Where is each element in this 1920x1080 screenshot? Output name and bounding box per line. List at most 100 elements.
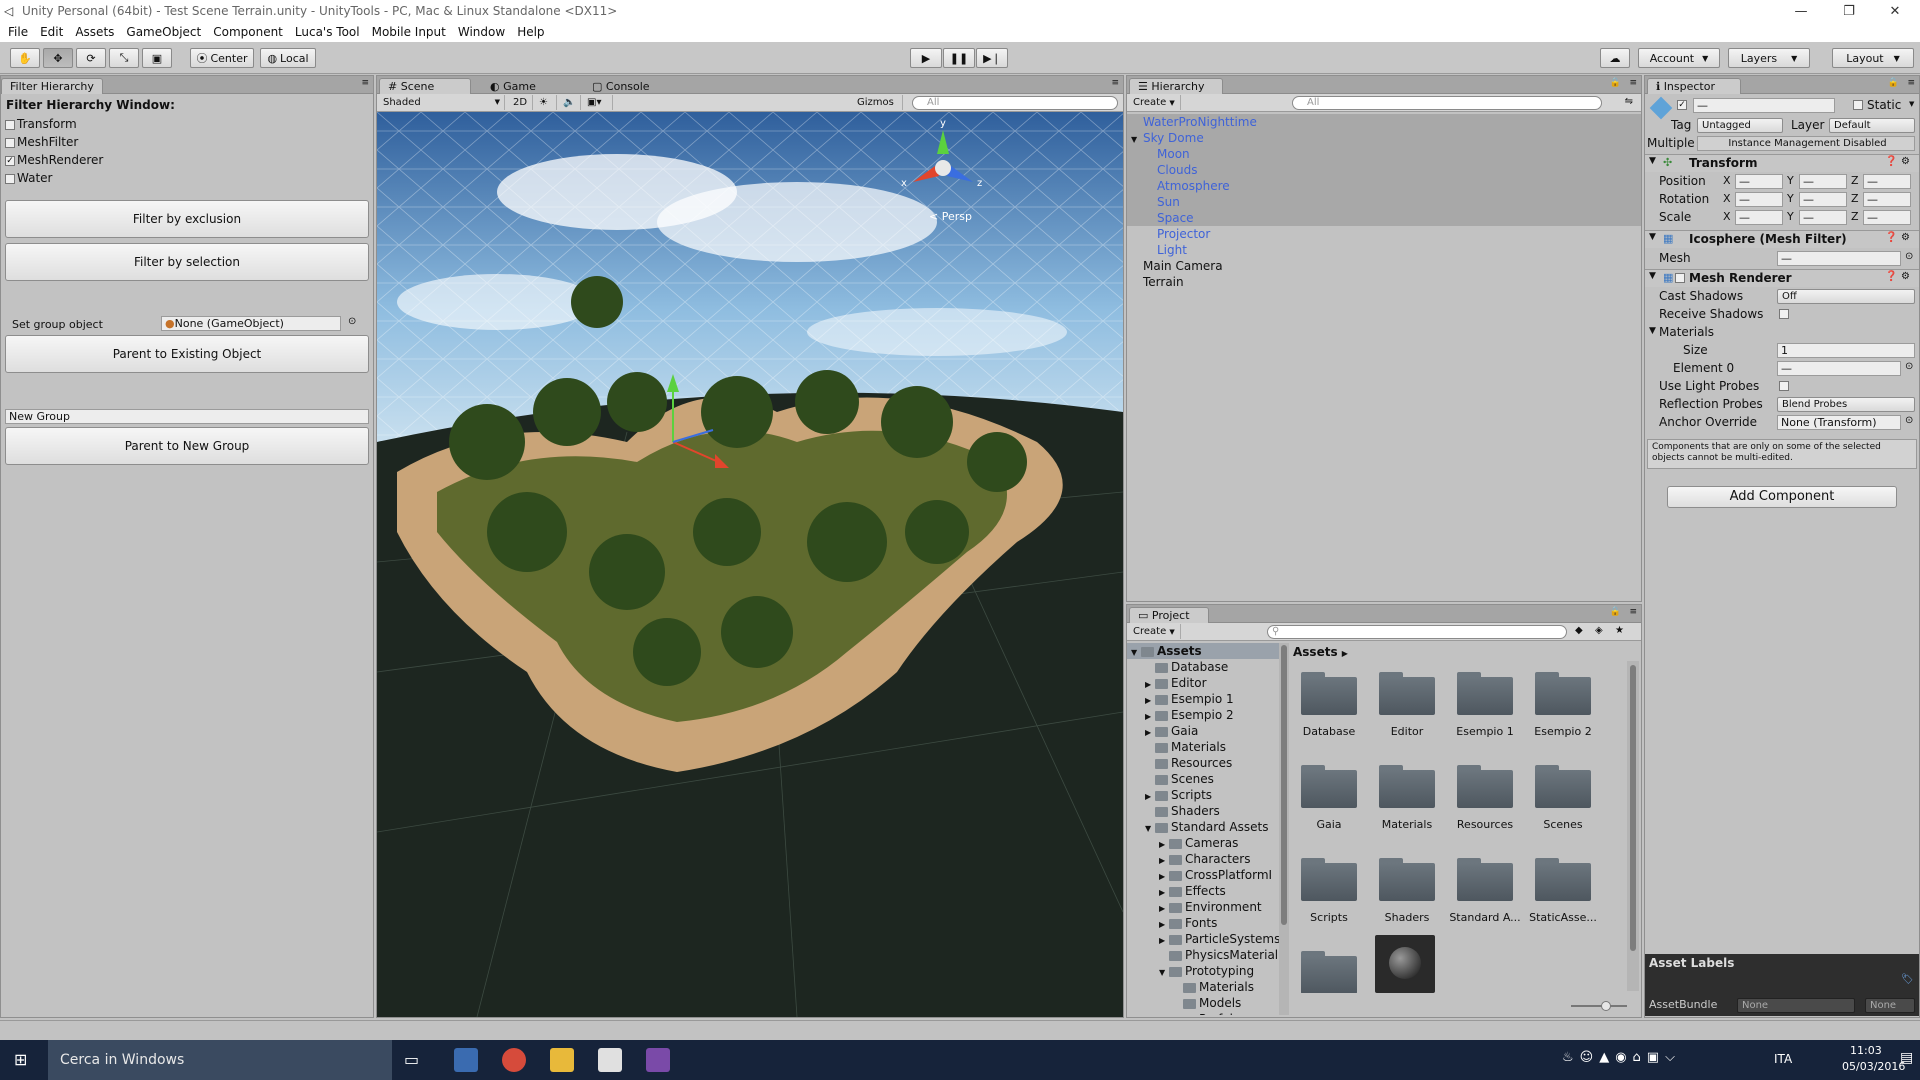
tab-filter-hierarchy[interactable]: Filter Hierarchy <box>1 78 103 94</box>
object-picker-icon[interactable]: ⊙ <box>348 316 356 327</box>
project-tree-item[interactable]: ▶ ParticleSystems <box>1127 931 1279 947</box>
scroll-thumb[interactable] <box>1281 645 1287 925</box>
foldout-arrow-icon[interactable]: ▼ <box>1131 645 1141 659</box>
checkbox[interactable] <box>5 119 15 130</box>
asset-folder-icon[interactable] <box>1455 762 1515 808</box>
object-picker-icon[interactable]: ⊙ <box>1905 251 1913 262</box>
help-icon[interactable]: ❓ <box>1885 271 1897 282</box>
filter-check-meshrenderer[interactable]: ✓ MeshRenderer <box>5 153 103 167</box>
asset-folder-label[interactable]: Standard A... <box>1443 911 1527 924</box>
layout-dropdown[interactable]: Layout ▼ <box>1832 48 1914 68</box>
hierarchy-item[interactable]: ▼ Sky Dome <box>1127 130 1641 146</box>
lighting-toggle[interactable]: ☀ <box>535 95 557 110</box>
project-tree-item[interactable]: Shaders <box>1127 803 1279 819</box>
project-tree-item[interactable]: ▶ CrossPlatformI <box>1127 867 1279 883</box>
windows-start-icon[interactable]: ⊞ <box>14 1050 27 1069</box>
parent-to-new-group-button[interactable]: Parent to New Group <box>5 427 369 465</box>
project-tree-item[interactable]: ▶ Esempio 1 <box>1127 691 1279 707</box>
foldout-arrow-icon[interactable]: ▼ <box>1145 821 1155 835</box>
clear-search-icon[interactable]: ⇋ <box>1625 96 1633 107</box>
element0-field[interactable]: — <box>1777 361 1901 376</box>
asset-folder-label[interactable]: Gaia <box>1289 818 1371 831</box>
shading-mode-dropdown[interactable]: Shaded ▼ <box>379 95 505 110</box>
asset-folder-label[interactable]: Scripts <box>1289 911 1371 924</box>
transform-value-field[interactable]: — <box>1799 174 1847 189</box>
audio-toggle[interactable]: 🔈 <box>559 95 581 110</box>
foldout-arrow-icon[interactable]: ▶ <box>1145 789 1155 803</box>
asset-folder-label[interactable]: Esempio 1 <box>1443 725 1527 738</box>
add-component-button[interactable]: Add Component <box>1667 486 1897 508</box>
filter-check-water[interactable]: Water <box>5 171 52 185</box>
pause-button[interactable]: ❚❚ <box>943 48 975 68</box>
help-icon[interactable]: ❓ <box>1885 232 1897 243</box>
grid-scrollbar[interactable] <box>1627 661 1639 991</box>
transform-header[interactable]: Transform <box>1645 154 1919 172</box>
foldout-arrow-icon[interactable]: ▶ <box>1145 693 1155 707</box>
asset-folder-icon[interactable] <box>1377 762 1437 808</box>
foldout-arrow-icon[interactable]: ▶ <box>1145 725 1155 739</box>
hierarchy-item[interactable]: Clouds <box>1127 162 1641 178</box>
unity-editor-icon[interactable] <box>598 1048 622 1072</box>
taskbar-search-input[interactable]: Cerca in Windows <box>48 1040 392 1080</box>
hierarchy-item[interactable]: Space <box>1127 210 1641 226</box>
foldout-arrow-icon[interactable]: ▶ <box>1159 917 1169 931</box>
cloud-button[interactable]: ☁ <box>1600 48 1630 68</box>
hierarchy-item[interactable]: Atmosphere <box>1127 178 1641 194</box>
foldout-arrow-icon[interactable]: ▶ <box>1145 709 1155 723</box>
asset-folder-label[interactable]: Editor <box>1365 725 1449 738</box>
project-tree-item[interactable]: PhysicsMaterial <box>1127 947 1279 963</box>
menu-file[interactable]: File <box>8 25 28 39</box>
mesh-renderer-header[interactable]: Mesh Renderer <box>1645 269 1919 287</box>
transform-value-field[interactable]: — <box>1863 192 1911 207</box>
gear-icon[interactable]: ⚙ <box>1901 271 1910 282</box>
asset-folder-icon[interactable] <box>1377 855 1437 901</box>
label-tag-icon[interactable]: 🏷 <box>1901 974 1914 985</box>
transform-value-field[interactable]: — <box>1735 192 1783 207</box>
effects-toggle[interactable]: ▣▾ <box>583 95 613 110</box>
project-tree-item[interactable]: ▶ Cameras <box>1127 835 1279 851</box>
panel-menu-icon[interactable]: ≡ <box>361 78 369 88</box>
asset-folder-label[interactable]: StaticAsse... <box>1521 911 1605 924</box>
tab-project[interactable]: ▭ Project <box>1129 607 1209 623</box>
zoom-slider[interactable] <box>1571 1001 1627 1011</box>
asset-folder-icon[interactable] <box>1455 669 1515 715</box>
clock-time[interactable]: 11:03 <box>1850 1044 1882 1057</box>
menu-window[interactable]: Window <box>458 25 505 39</box>
asset-folder-label[interactable]: Resources <box>1443 818 1527 831</box>
project-tree-item[interactable]: ▶ Scripts <box>1127 787 1279 803</box>
asset-folder-icon[interactable] <box>1299 762 1359 808</box>
project-tree-item[interactable]: ▶ Effects <box>1127 883 1279 899</box>
panel-menu-icon[interactable]: ≡ <box>1111 78 1119 88</box>
anchor-override-field[interactable]: None (Transform) <box>1777 415 1901 430</box>
project-tree-item[interactable]: Database <box>1127 659 1279 675</box>
hierarchy-item[interactable]: WaterProNighttime <box>1127 114 1641 130</box>
foldout-arrow-icon[interactable]: ▶ <box>1145 677 1155 691</box>
favorites-icon[interactable]: ★ <box>1615 625 1624 636</box>
layers-dropdown[interactable]: Layers ▼ <box>1728 48 1810 68</box>
tab-game[interactable]: ◐ Game <box>481 78 545 94</box>
notifications-icon[interactable]: ▤ <box>1900 1050 1913 1066</box>
asset-folder-label[interactable]: Materials <box>1365 818 1449 831</box>
object-picker-icon[interactable]: ⊙ <box>1905 415 1913 426</box>
close-button[interactable]: ✕ <box>1872 0 1918 22</box>
project-tree-item[interactable]: Models <box>1127 995 1279 1011</box>
asset-bundle-variant-dropdown[interactable]: None <box>1865 998 1915 1013</box>
size-field[interactable]: 1 <box>1777 343 1915 358</box>
panel-menu-icon[interactable]: ≡ <box>1907 78 1915 88</box>
foldout-arrow-icon[interactable]: ▶ <box>1159 885 1169 899</box>
project-create-dropdown[interactable]: Create ▼ <box>1129 624 1181 639</box>
project-search-input[interactable]: ⚲ <box>1267 625 1567 639</box>
minimize-button[interactable]: — <box>1778 0 1824 22</box>
project-tree-item[interactable]: ▼ Assets <box>1127 643 1279 659</box>
project-tree-item[interactable]: Materials <box>1127 979 1279 995</box>
new-group-input[interactable]: New Group <box>5 409 369 424</box>
project-tree-item[interactable]: ▶ Gaia <box>1127 723 1279 739</box>
maximize-button[interactable]: ❐ <box>1826 0 1872 22</box>
object-picker-icon[interactable]: ⊙ <box>1905 361 1913 372</box>
visual-studio-icon[interactable] <box>646 1048 670 1072</box>
tree-scrollbar[interactable] <box>1279 643 1289 1015</box>
unity-app-icon[interactable] <box>454 1048 478 1072</box>
persp-label[interactable]: < Persp <box>929 210 972 223</box>
gear-icon[interactable]: ⚙ <box>1901 232 1910 243</box>
gear-icon[interactable]: ⚙ <box>1901 156 1910 167</box>
